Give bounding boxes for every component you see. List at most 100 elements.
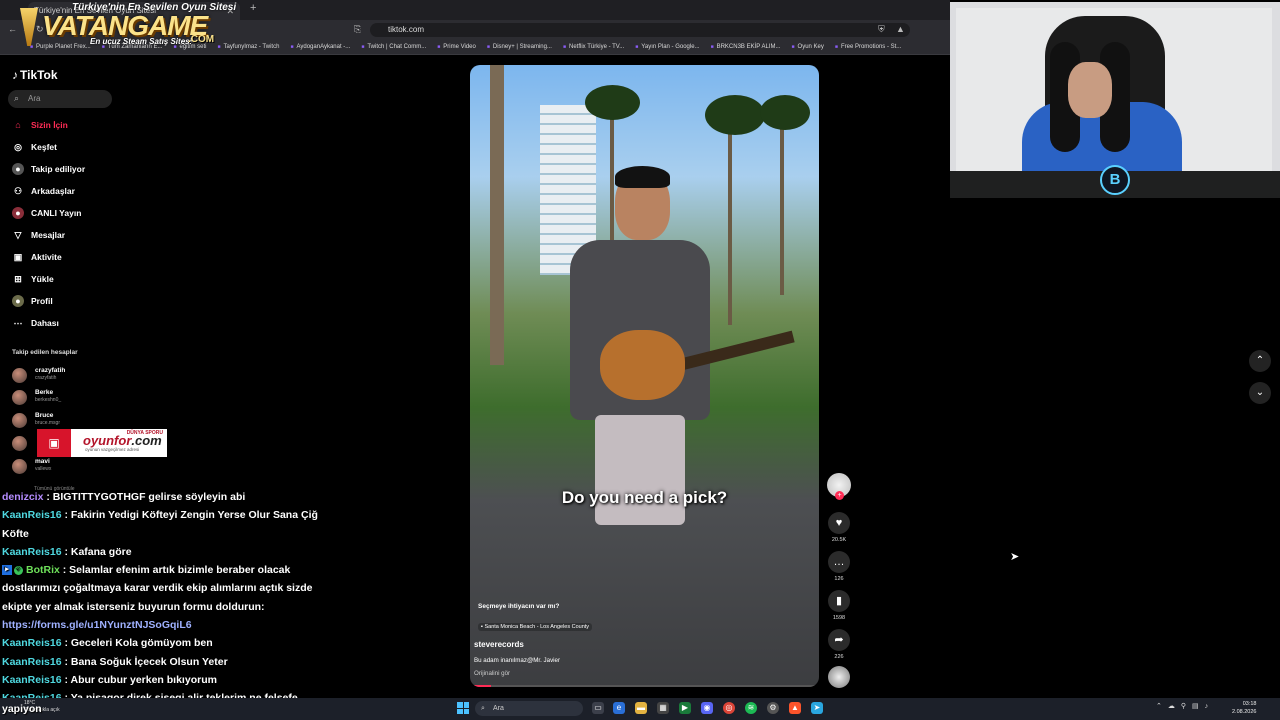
edge-icon[interactable]: e	[613, 702, 625, 714]
nav-aktivite[interactable]: ▣ Aktivite	[12, 251, 62, 267]
chat-link[interactable]: https://forms.gle/u1NYunztNJSoGqiL6	[2, 619, 192, 631]
video-progress-fill	[470, 685, 491, 687]
palm-leaves	[705, 95, 765, 135]
chat-username: KaanReis16	[2, 509, 62, 522]
chat-message: KaanReis16 : Fakirin Yedigi Köfteyi Zeng…	[2, 506, 332, 543]
search-input[interactable]: ⌕ Ara	[8, 90, 112, 108]
avatar	[12, 436, 27, 451]
streamer-face	[1068, 62, 1112, 118]
save-count: 1598	[832, 615, 846, 621]
avatar	[12, 390, 27, 405]
windows-start-icon[interactable]	[457, 702, 469, 714]
vatangame-logo: Türkiye'nin En Sevilen Oyun Sitesi VATAN…	[12, 2, 242, 48]
taskbar-search[interactable]: Ara	[475, 701, 583, 716]
tiktok-logo[interactable]: ♪ TikTok	[12, 68, 58, 82]
nav-mesajlar[interactable]: ▽ Mesajlar	[12, 229, 66, 245]
new-tab-icon[interactable]: +	[250, 2, 256, 14]
previous-video-button[interactable]: ⌃	[1249, 350, 1271, 372]
telegram-icon[interactable]: ➤	[811, 702, 823, 714]
bookmark-icon[interactable]: ⎘	[354, 24, 361, 35]
terminal-icon[interactable]: ▶	[679, 702, 691, 714]
save-action[interactable]: ▮ 1598	[827, 590, 851, 621]
file-explorer-icon[interactable]: ▬	[635, 702, 647, 714]
heart-icon[interactable]: ♥	[828, 512, 850, 534]
like-count: 20.5K	[831, 537, 847, 543]
discord-icon[interactable]: ◉	[701, 702, 713, 714]
bookmark-item[interactable]: BRKCN3B EKİP ALIM...	[711, 40, 781, 54]
share-action[interactable]: ➦ 226	[827, 629, 851, 660]
chat-text: : Bana Soğuk İçecek Olsun Yeter	[61, 655, 228, 668]
url-field[interactable]: tiktok.com	[370, 23, 910, 37]
comment-icon[interactable]: …	[828, 551, 850, 573]
followed-account[interactable]: Berke berkeshn0_	[12, 388, 132, 408]
chat-tail-text: yapiyon	[2, 703, 42, 715]
brave-icon[interactable]: ▲	[789, 702, 801, 714]
spotify-icon[interactable]: ≋	[745, 702, 757, 714]
share-icon[interactable]: ➦	[828, 629, 850, 651]
bookmark-item[interactable]: Netflix Türkiye - TV...	[563, 40, 624, 54]
shield-icon[interactable]: ⛨	[878, 24, 885, 35]
followed-account[interactable]: Bruce bruce.msgr	[12, 411, 132, 431]
extension-icon[interactable]: ▲	[896, 24, 905, 34]
like-action[interactable]: ♥ 20.5K	[827, 512, 851, 543]
palm-leaves	[585, 85, 640, 120]
next-video-button[interactable]: ⌄	[1249, 382, 1271, 404]
system-tray[interactable]: ⌃☁⚲▤♪	[1156, 702, 1214, 710]
music-disc-icon[interactable]	[828, 666, 850, 688]
video-progress-bar[interactable]	[470, 685, 819, 687]
chat-username: KaanReis16	[2, 637, 62, 650]
comment-action[interactable]: … 126	[827, 551, 851, 582]
bookmark-item[interactable]: Prime Video	[437, 40, 476, 54]
chat-message: ▸ ✓ BotRix : Selamlar efenim artık bizimle…	[2, 561, 332, 634]
chat-text: : Kafana göre	[61, 545, 132, 558]
video-player[interactable]: Do you need a pick? Seçmeye ihtiyacın va…	[470, 65, 819, 687]
chat-username: denizcix	[2, 491, 44, 503]
nav-arkadaslar[interactable]: ⚇ Arkadaşlar	[12, 185, 75, 201]
bookmark-item[interactable]: Free Promotions - St...	[835, 40, 901, 54]
nav-canli-yayin[interactable]: ● CANLI Yayın	[12, 207, 81, 223]
task-view-icon[interactable]: ▭	[592, 702, 604, 714]
nav-label: Keşfet	[31, 142, 57, 152]
bookmark-item[interactable]: Yayın Plan - Google...	[635, 40, 699, 54]
video-author[interactable]: steverecords	[474, 640, 524, 649]
nav-takip-ediliyor[interactable]: ● Takip ediliyor	[12, 163, 85, 179]
chat-message: KaanReis16 : Abur cubur yerken bıkıyorum	[2, 671, 332, 689]
nav-kesfet[interactable]: ◎ Keşfet	[12, 141, 57, 157]
oyunfor-tagline: oyunun vazgeçilmez adresi	[85, 447, 140, 452]
following-icon: ●	[12, 163, 24, 175]
account-name: Berke	[35, 389, 54, 396]
activity-icon: ▣	[13, 252, 23, 262]
nav-label: Profil	[31, 296, 53, 306]
creator-avatar-button[interactable]: +	[827, 473, 851, 500]
nav-profil[interactable]: ● Profil	[12, 295, 53, 311]
palm-trunk	[728, 125, 732, 325]
nav-label: Takip ediliyor	[31, 164, 86, 174]
store-icon[interactable]: ▦	[657, 702, 669, 714]
bookmark-icon[interactable]: ▮	[828, 590, 850, 612]
bookmark-item[interactable]: Oyun Key	[792, 40, 824, 54]
palm-leaves	[760, 95, 810, 130]
nav-dahasi[interactable]: ⋯ Dahası	[12, 317, 59, 333]
followed-account[interactable]: mavi vallewx	[12, 457, 132, 477]
nav-sizin-icin[interactable]: ⌂ Sizin İçin	[12, 119, 68, 135]
search-placeholder: Ara	[28, 94, 41, 103]
bookmark-item[interactable]: AydoganAykanat -...	[290, 40, 350, 54]
video-location[interactable]: ▪ Santa Monica Beach - Los Angeles Count…	[478, 623, 593, 631]
bookmark-item[interactable]: Twitch | Chat Comm...	[361, 40, 426, 54]
search-icon: ⌕	[14, 93, 20, 103]
share-count: 226	[834, 654, 844, 660]
account-handle: bruce.msgr	[35, 420, 61, 426]
see-original-link[interactable]: Orijinalini gör	[474, 670, 510, 677]
chat-message: KaanReis16 : Geceleri Kola gömüyom ben	[2, 634, 332, 652]
nav-yukle[interactable]: ⊞ Yükle	[12, 273, 53, 289]
followed-account[interactable]: crazyfatih crazyfatih	[12, 366, 132, 386]
follow-plus-icon[interactable]: +	[835, 491, 844, 500]
account-name: mavi	[35, 458, 50, 465]
avatar	[12, 368, 27, 383]
chrome-icon[interactable]: ◎	[723, 702, 735, 714]
account-handle: berkeshn0_	[35, 397, 62, 403]
bookmark-item[interactable]: Disney+ | Streaming...	[487, 40, 552, 54]
clock[interactable]: 03:18 2.08.2026	[1232, 700, 1256, 716]
oyunfor-banner: ▣ oyunfor.com oyunun vazgeçilmez adresi …	[37, 429, 167, 457]
steam-icon[interactable]: ⚙	[767, 702, 779, 714]
